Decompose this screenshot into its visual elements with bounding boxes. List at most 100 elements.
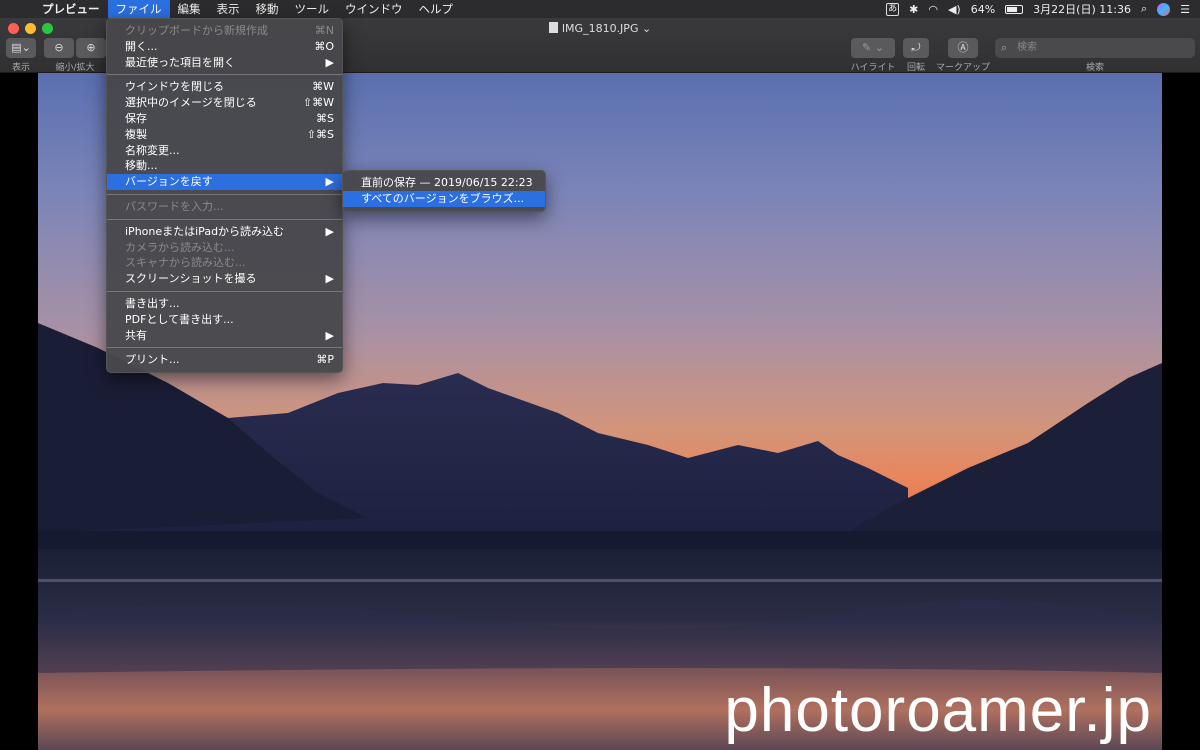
shoreline [38,531,1162,551]
menu-bar: プレビュー ファイル 編集 表示 移動 ツール ウインドウ ヘルプ あ ✱ ◠ … [0,0,1200,18]
file-menu-item: クリップボードから新規作成 ⌘N [107,23,342,39]
highlight-label: ハイライト [850,63,896,73]
zoom-out-button[interactable]: ⊖ [44,38,74,58]
zoom-in-button[interactable]: ⊕ [76,38,106,58]
window-title-text: IMG_1810.JPG ⌄ [561,22,652,35]
file-menu-item: スキャナから読み込む... [107,255,342,271]
right-mountain [828,363,1162,543]
file-menu-item[interactable]: 書き出す... [107,296,342,312]
menu-file[interactable]: ファイル [107,0,170,18]
menu-item-label: ウインドウを閉じる [125,80,224,94]
menu-item-label: 保存 [125,111,147,125]
input-method-icon[interactable]: あ [886,2,900,16]
menu-item-shortcut: ⌘W [312,80,334,94]
file-menu-item[interactable]: 名称変更... [107,143,342,159]
submenu-arrow-icon: ▶ [325,175,334,189]
submenu-arrow-icon: ▶ [325,272,334,286]
menu-item-label: バージョンを戻す [125,175,213,189]
file-menu-item[interactable]: 選択中のイメージを閉じる ⇧⌘W [107,95,342,111]
menu-separator [107,347,342,349]
file-menu-item[interactable]: 複製 ⇧⌘S [107,127,342,143]
notification-center-icon[interactable]: ☰ [1180,3,1190,16]
menu-edit[interactable]: 編集 [170,0,209,18]
file-menu-dropdown: クリップボードから新規作成 ⌘N 開く... ⌘O 最近使った項目を開く ▶ ウインドウを閉… [106,18,343,374]
search-placeholder: 検索 [1017,42,1037,53]
water-line [38,579,1162,582]
menu-item-label: クリップボードから新規作成 [125,24,268,37]
menu-item-label: 選択中のイメージを閉じる [125,96,257,110]
menu-help[interactable]: ヘルプ [411,0,462,18]
menu-view[interactable]: 表示 [209,0,248,18]
menu-item-shortcut: ⇧⌘W [302,96,334,110]
view-label: 表示 [11,63,30,73]
menu-app-name[interactable]: プレビュー [34,0,108,18]
menu-item-label: 開く... [125,39,158,53]
menu-item-shortcut: ⇧⌘S [306,127,334,141]
menu-item-label: 最近使った項目を開く [125,55,235,69]
menu-item-label: スクリーンショットを撮る [125,272,257,286]
file-menu-item[interactable]: プリント... ⌘P [107,352,342,368]
menu-separator [107,74,342,76]
search-icon: ⌕ [1001,41,1008,54]
watermark-text: photoroamer.jp [724,676,1152,745]
menu-item-label: カメラから読み込む... [125,240,235,254]
battery-icon[interactable] [1005,4,1024,14]
markup-button[interactable]: Ⓐ [948,38,978,58]
menu-separator [107,290,342,292]
menu-separator [107,218,342,220]
search-input[interactable]: ⌕ 検索 [995,38,1195,58]
menu-item-label: 書き出す... [125,296,180,310]
sidebar-view-button[interactable]: ▤⌄ [6,38,36,58]
battery-percent[interactable]: 64% [971,3,995,16]
menu-window[interactable]: ウインドウ [337,0,411,18]
menu-item-shortcut: ⌘P [316,353,334,367]
menu-item-label: 名称変更... [125,143,180,157]
file-menu-item: カメラから読み込む... [107,240,342,256]
menu-go[interactable]: 移動 [248,0,287,18]
file-menu-item[interactable]: 最近使った項目を開く ▶ [107,55,342,71]
file-menu-item[interactable]: iPhoneまたはiPadから読み込む ▶ [107,224,342,240]
file-menu-item: パスワードを入力... [107,199,342,215]
rotate-label: 回転 [906,63,925,73]
file-menu-item[interactable]: スクリーンショットを撮る ▶ [107,271,342,287]
menu-item-shortcut: ⌘N [314,24,334,37]
menu-item-label: プリント... [125,353,180,367]
submenu-item[interactable]: すべてのバージョンをブラウズ... [343,190,545,207]
file-menu-item[interactable]: ウインドウを閉じる ⌘W [107,79,342,95]
submenu-arrow-icon: ▶ [325,224,334,238]
file-menu-item[interactable]: PDFとして書き出す... [107,312,342,328]
submenu-item[interactable]: 直前の保存 — 2019/06/15 22:23 [343,175,545,191]
menu-item-label: パスワードを入力... [125,199,224,213]
submenu-arrow-icon: ▶ [325,328,334,342]
bluetooth-icon[interactable]: ✱ [909,3,918,16]
menu-separator [107,193,342,195]
siri-icon[interactable] [1157,2,1171,16]
zoom-label: 縮小/拡大 [55,63,95,73]
menu-item-label: スキャナから読み込む... [125,256,246,270]
file-menu-item[interactable]: バージョンを戻す ▶ [107,174,342,190]
wifi-icon[interactable]: ◠ [928,3,938,16]
file-menu-item[interactable]: 保存 ⌘S [107,111,342,127]
status-area: あ ✱ ◠ ◀) 64% 3月22日(日) 11:36 ⌕ ☰ [886,0,1200,18]
spotlight-icon[interactable]: ⌕ [1141,2,1147,16]
search-label: 検索 [1085,63,1104,73]
volume-icon[interactable]: ◀) [948,3,961,16]
file-menu-item[interactable]: 開く... ⌘O [107,39,342,55]
file-menu-item[interactable]: 移動... [107,158,342,174]
submenu-item-label: すべてのバージョンをブラウズ... [361,191,525,205]
document-icon [548,22,558,33]
submenu-arrow-icon: ▶ [325,55,334,69]
menu-item-label: 共有 [125,328,147,342]
menu-item-shortcut: ⌘O [314,39,334,53]
revert-version-submenu: 直前の保存 — 2019/06/15 22:23 すべてのバージョンをブラウズ..… [342,170,546,212]
menu-item-label: iPhoneまたはiPadから読み込む [125,224,285,238]
menu-item-label: PDFとして書き出す... [125,312,234,326]
menu-item-label: 複製 [125,127,147,141]
menu-tools[interactable]: ツール [287,0,338,18]
file-menu-item[interactable]: 共有 ▶ [107,328,342,344]
submenu-item-label: 直前の保存 — 2019/06/15 22:23 [361,176,533,189]
menu-item-label: 移動... [125,159,158,173]
highlight-button[interactable]: ✎ ⌄ [851,38,895,58]
rotate-button[interactable]: ⤾ [903,38,929,58]
clock[interactable]: 3月22日(日) 11:36 [1033,1,1131,17]
